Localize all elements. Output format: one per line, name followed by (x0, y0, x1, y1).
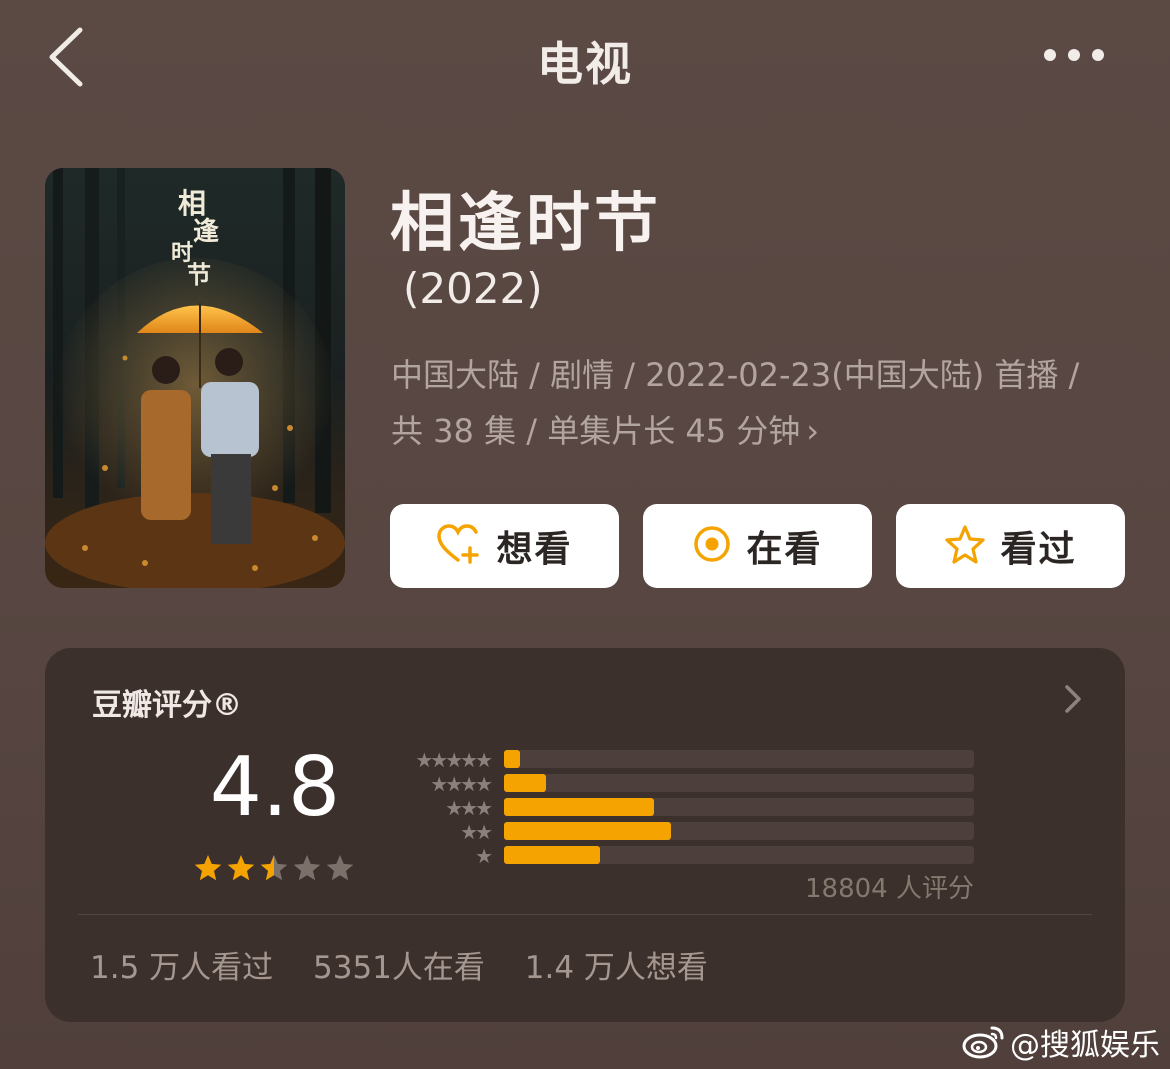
rating-star-icon (326, 855, 354, 881)
show-title: 相逢时节 (390, 187, 662, 261)
watched-label: 看过 (1000, 529, 1077, 570)
chevron-right-icon: › (806, 412, 820, 450)
rating-star-icon (194, 855, 222, 881)
weibo-icon (962, 1024, 1006, 1060)
distribution-bar-2 (504, 822, 974, 840)
douban-rating-title: 豆瓣评分® (92, 688, 242, 723)
three-star-icons: ★★★ (445, 796, 493, 820)
two-star-icons: ★★ (460, 820, 493, 844)
show-meta-line-1: 中国大陆 / 剧情 / 2022-02-23(中国大陆) 首播 / (391, 356, 1080, 394)
watermark-text: @搜狐娱乐 (1010, 1028, 1160, 1063)
four-star-icons: ★★★★ (430, 772, 493, 796)
rating-count: 18804 人评分 (805, 874, 974, 904)
watching-count[interactable]: 5351人在看 (313, 950, 485, 986)
chevron-right-icon[interactable] (1062, 682, 1084, 716)
distribution-bar-fill (504, 774, 546, 792)
show-meta-line-2-text: 共 38 集 / 单集片长 45 分钟 (391, 412, 801, 450)
rating-star-icon (293, 855, 321, 881)
distribution-bar-fill (504, 846, 600, 864)
distribution-bar-5 (504, 750, 974, 768)
page-title: 电视 (537, 37, 633, 91)
svg-text:逢: 逢 (193, 216, 219, 247)
watched-button[interactable]: 看过 (896, 504, 1125, 588)
target-circle-icon (692, 524, 732, 568)
distribution-bar-4 (504, 774, 974, 792)
distribution-bar-1 (504, 846, 974, 864)
distribution-bar-3 (504, 798, 974, 816)
distribution-bar-fill (504, 798, 654, 816)
show-year: (2022) (403, 264, 543, 313)
poster-image[interactable]: 相 逢 时 节 (45, 168, 345, 588)
show-meta-line-2[interactable]: 共 38 集 / 单集片长 45 分钟 › (391, 406, 819, 452)
divider (78, 914, 1092, 915)
want-to-watch-label: 想看 (496, 529, 573, 570)
watch-summary: 1.5 万人看过 5351人在看 1.4 万人想看 (90, 942, 738, 987)
distribution-bar-fill (504, 822, 671, 840)
want-to-watch-button[interactable]: 想看 (390, 504, 619, 588)
want-count[interactable]: 1.4 万人想看 (525, 950, 708, 986)
one-star-icon: ★ (475, 844, 493, 868)
rating-stars (194, 852, 364, 890)
rating-star-icon (227, 855, 255, 881)
svg-text:相: 相 (178, 187, 206, 220)
heart-plus-icon (436, 524, 482, 568)
watched-count[interactable]: 1.5 万人看过 (90, 950, 273, 986)
svg-text:节: 节 (187, 260, 211, 289)
watching-button[interactable]: 在看 (643, 504, 872, 588)
rating-star-icon (260, 855, 288, 881)
five-star-icons: ★★★★★ (415, 748, 493, 772)
rating-score: 4.8 (209, 740, 341, 835)
watching-label: 在看 (746, 529, 823, 570)
more-options-icon[interactable] (1044, 46, 1116, 68)
star-outline-icon (944, 524, 986, 568)
watermark: @搜狐娱乐 (962, 1020, 1160, 1064)
distribution-bar-fill (504, 750, 520, 768)
